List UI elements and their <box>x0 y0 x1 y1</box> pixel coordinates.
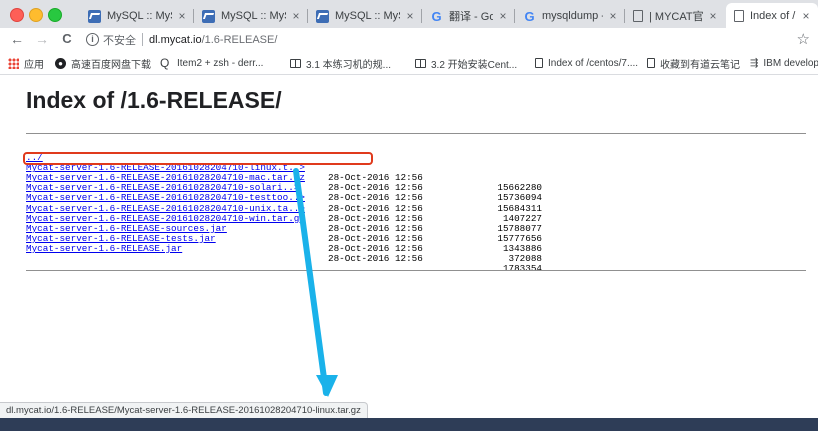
tab-label: MySQL :: MyS <box>107 10 172 22</box>
page-icon <box>535 58 543 68</box>
bookmark-ibm[interactable]: ⇶ IBM develop <box>750 55 818 71</box>
browser-toolbar: ← → C i 不安全 dl.mycat.io /1.6-RELEASE/ ☆ <box>0 28 818 52</box>
tab-label: 翻译 - Google <box>449 11 493 23</box>
file-date: 28-Oct-2016 12:56 <box>328 253 423 265</box>
mysql-icon <box>316 9 329 23</box>
google-icon: G <box>524 8 535 24</box>
file-listing: ../ Mycat-server-1.6-RELEASE-20161028204… <box>26 143 542 273</box>
google-icon: G <box>431 8 442 24</box>
mysql-icon <box>88 9 101 23</box>
bookmark-index-centos[interactable]: Index of /centos/7.... <box>535 55 638 71</box>
file-row: Mycat-server-1.6-RELEASE-20161028204710-… <box>26 153 542 193</box>
desktop-strip <box>0 418 818 431</box>
tab-index-active[interactable]: Index of /1.6- × <box>726 3 818 29</box>
bookmark-label: 高速百度网盘下载 <box>71 59 151 71</box>
close-icon[interactable]: × <box>290 9 302 23</box>
close-icon[interactable]: × <box>497 9 509 23</box>
bookmark-label: IBM develop <box>763 57 818 69</box>
divider <box>26 133 806 134</box>
book-icon <box>415 58 426 68</box>
info-icon[interactable]: i <box>86 33 99 46</box>
divider <box>142 33 143 46</box>
file-row: Mycat-server-1.6-RELEASE-tests.jar 28-Oc… <box>26 224 542 263</box>
tab-google-translate[interactable]: G 翻译 - Google × <box>422 4 515 28</box>
close-icon[interactable]: × <box>607 9 619 23</box>
bookmark-label: Item2 + zsh - derr... <box>177 57 264 69</box>
mysql-icon <box>202 9 215 23</box>
tab-mysql-1[interactable]: MySQL :: MyS × <box>80 4 194 28</box>
tab-label: MySQL :: MyS <box>335 10 400 22</box>
tab-mysql-3[interactable]: MySQL :: MyS × <box>308 4 422 28</box>
document-icon <box>633 10 643 22</box>
bookmark-label: 3.1 本练习机的规... <box>306 59 392 71</box>
zoom-window-icon[interactable] <box>48 8 62 22</box>
tab-strip: MySQL :: MyS × MySQL :: MyS × MySQL :: M… <box>0 0 818 29</box>
url-host: dl.mycat.io <box>149 33 202 46</box>
tab-label: Index of /1.6- <box>750 10 796 22</box>
file-row: Mycat-server-1.6-RELEASE-20161028204710-… <box>26 193 542 233</box>
file-row: Mycat-server-1.6-RELEASE-20161028204710-… <box>26 183 542 223</box>
bookmark-youdao[interactable]: 收藏到有道云笔记 <box>647 55 740 71</box>
file-link[interactable]: Mycat-server-1.6-RELEASE.jar <box>26 243 182 254</box>
file-row: Mycat-server-1.6-RELEASE.jar 28-Oct-2016… <box>26 234 542 273</box>
divider <box>26 270 806 271</box>
file-row: Mycat-server-1.6-RELEASE-20161028204710-… <box>26 173 542 213</box>
search-q-icon: Q <box>160 56 170 70</box>
page-icon <box>647 58 655 68</box>
status-bar: dl.mycat.io/1.6-RELEASE/Mycat-server-1.6… <box>0 402 368 419</box>
bookmark-apps[interactable]: 应用 <box>8 55 44 71</box>
bookmark-label: 应用 <box>24 59 44 71</box>
bookmark-install-centos[interactable]: 3.2 开始安装Cent... <box>415 55 517 71</box>
bookmark-label: Index of /centos/7.... <box>548 57 639 69</box>
security-label: 不安全 <box>103 34 136 47</box>
close-icon[interactable]: × <box>707 9 719 23</box>
close-icon[interactable]: × <box>176 9 188 23</box>
tab-mycat-official[interactable]: | MYCAT官方 × <box>625 4 725 28</box>
bookmark-label: 收藏到有道云笔记 <box>660 59 740 71</box>
page-content: Index of /1.6-RELEASE/ ../ Mycat-server-… <box>0 75 818 402</box>
book-icon <box>290 58 301 68</box>
bookmark-label: 3.2 开始安装Cent... <box>431 59 518 71</box>
tab-label: MySQL :: MyS <box>221 10 286 22</box>
browser-window: MySQL :: MyS × MySQL :: MyS × MySQL :: M… <box>0 0 818 431</box>
document-icon <box>734 10 744 22</box>
tab-mysql-2[interactable]: MySQL :: MyS × <box>194 4 308 28</box>
file-row: Mycat-server-1.6-RELEASE-20161028204710-… <box>26 204 542 243</box>
file-row: Mycat-server-1.6-RELEASE-sources.jar 28-… <box>26 214 542 253</box>
bookmark-baidu-pan[interactable]: ● 高速百度网盘下载 <box>55 55 151 71</box>
bookmark-star-icon[interactable]: ☆ <box>797 30 810 48</box>
tab-google-mysqldump[interactable]: G mysqldump -- × <box>515 4 625 28</box>
close-icon[interactable]: × <box>800 9 812 23</box>
address-bar[interactable]: i 不安全 dl.mycat.io /1.6-RELEASE/ <box>86 29 786 50</box>
bookmark-practice-machine[interactable]: 3.1 本练习机的规... <box>290 55 391 71</box>
close-window-icon[interactable] <box>10 8 24 22</box>
back-icon[interactable]: ← <box>8 30 26 48</box>
page-title: Index of /1.6-RELEASE/ <box>26 87 282 113</box>
url-path: /1.6-RELEASE/ <box>201 33 278 46</box>
bookmarks-bar: 应用 ● 高速百度网盘下载 Q Item2 + zsh - derr... 3.… <box>0 52 818 75</box>
file-row: Mycat-server-1.6-RELEASE-20161028204710-… <box>26 163 542 203</box>
circle-icon: ● <box>55 57 66 69</box>
apps-icon <box>8 57 19 69</box>
bookmark-item2-zsh[interactable]: Q Item2 + zsh - derr... <box>160 55 263 71</box>
reload-icon[interactable]: C <box>58 30 76 48</box>
ibm-icon: ⇶ <box>750 57 759 69</box>
close-icon[interactable]: × <box>404 9 416 23</box>
minimize-window-icon[interactable] <box>29 8 43 22</box>
forward-icon[interactable]: → <box>33 30 51 48</box>
tab-label: | MYCAT官方 <box>649 11 703 23</box>
parent-row: ../ <box>26 143 71 162</box>
tab-label: mysqldump -- <box>542 10 603 22</box>
